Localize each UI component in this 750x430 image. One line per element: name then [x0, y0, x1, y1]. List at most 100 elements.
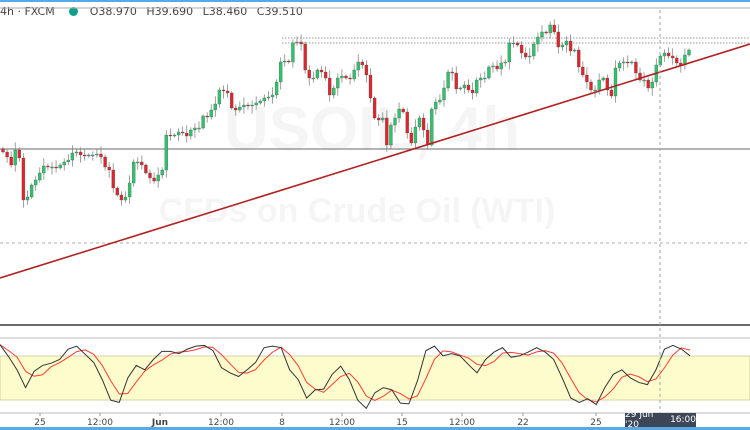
- candle-body: [221, 89, 226, 92]
- candle: [58, 163, 62, 170]
- candle: [25, 190, 30, 205]
- candle-body: [540, 31, 544, 38]
- candle-body: [164, 134, 168, 171]
- candle: [315, 68, 320, 80]
- candle: [475, 77, 479, 97]
- candle: [617, 60, 622, 72]
- candle-body: [585, 74, 589, 83]
- candle: [336, 73, 340, 96]
- candle: [544, 30, 548, 35]
- candle: [283, 54, 287, 67]
- candle: [299, 34, 303, 51]
- candle-body: [344, 75, 348, 79]
- candle-body: [311, 77, 315, 80]
- candle-body: [99, 153, 103, 158]
- candle-body: [528, 55, 532, 58]
- candle-body: [225, 90, 230, 94]
- candle-body: [50, 166, 54, 169]
- candle-body: [250, 104, 254, 107]
- candle-body: [507, 42, 511, 63]
- candle-body: [238, 106, 242, 111]
- candle: [107, 162, 111, 178]
- candle: [483, 71, 487, 83]
- candle-body: [123, 196, 128, 201]
- candle-body: [328, 77, 332, 96]
- candle-body: [13, 149, 17, 166]
- candle: [675, 55, 679, 67]
- candle-body: [368, 74, 373, 99]
- candle-body: [458, 87, 462, 90]
- candle: [136, 157, 140, 170]
- candle: [111, 163, 115, 193]
- candle-body: [156, 174, 160, 182]
- price-chart[interactable]: USOIL, 4h CFDs on Crude Oil (WTI) 2512:0…: [0, 0, 750, 430]
- candle-body: [209, 109, 213, 118]
- candle: [323, 66, 328, 81]
- candle: [573, 48, 577, 53]
- candle: [666, 47, 671, 59]
- candle: [491, 62, 495, 73]
- candle-body: [352, 69, 356, 80]
- candle-body: [299, 41, 303, 45]
- candle: [556, 24, 560, 54]
- candle-body: [136, 161, 140, 164]
- candle: [540, 25, 544, 42]
- candle: [344, 74, 348, 80]
- candle-body: [254, 102, 258, 106]
- candle: [642, 72, 646, 87]
- candle: [519, 41, 524, 59]
- candle: [176, 128, 181, 141]
- candle: [201, 114, 205, 130]
- candle: [568, 34, 573, 56]
- candle-body: [74, 151, 79, 154]
- candle: [213, 96, 217, 117]
- candle-body: [262, 97, 266, 102]
- candle-body: [283, 60, 287, 63]
- candle: [115, 186, 119, 197]
- candle: [356, 54, 360, 77]
- candle-body: [29, 184, 34, 198]
- candle-body: [189, 129, 193, 137]
- candle: [38, 167, 42, 183]
- candle-body: [201, 115, 205, 129]
- candle-body: [242, 104, 246, 108]
- candle: [29, 183, 34, 199]
- candle-body: [446, 71, 450, 89]
- candle-body: [34, 179, 38, 186]
- candle-body: [609, 89, 614, 97]
- candle-body: [217, 89, 222, 105]
- candle-body: [303, 43, 307, 71]
- candle-body: [544, 31, 548, 34]
- candle-body: [307, 69, 311, 79]
- candle: [78, 147, 83, 163]
- candle-body: [630, 61, 634, 64]
- candle-body: [144, 164, 148, 174]
- candle-body: [511, 42, 516, 45]
- candle-body: [483, 77, 487, 80]
- candle: [589, 79, 593, 94]
- candle: [503, 59, 507, 67]
- candle: [5, 148, 9, 163]
- candle-body: [597, 79, 601, 91]
- candle-body: [348, 77, 352, 80]
- candle-body: [274, 81, 279, 96]
- candle-body: [568, 40, 573, 52]
- candle: [372, 96, 377, 120]
- candle-body: [107, 166, 111, 171]
- candle: [536, 32, 540, 52]
- candle-body: [503, 61, 507, 64]
- candle-body: [475, 79, 479, 94]
- candle: [560, 42, 565, 51]
- candle-body: [524, 52, 528, 58]
- candle-body: [83, 154, 87, 157]
- candle: [622, 57, 626, 71]
- candle-body: [95, 153, 99, 156]
- candle-body: [66, 159, 70, 163]
- candle-body: [581, 66, 585, 76]
- candle-body: [593, 89, 597, 92]
- candle: [279, 57, 283, 90]
- candle: [66, 154, 70, 165]
- candle-body: [270, 94, 275, 98]
- candle-body: [405, 111, 409, 134]
- candle-body: [168, 134, 173, 137]
